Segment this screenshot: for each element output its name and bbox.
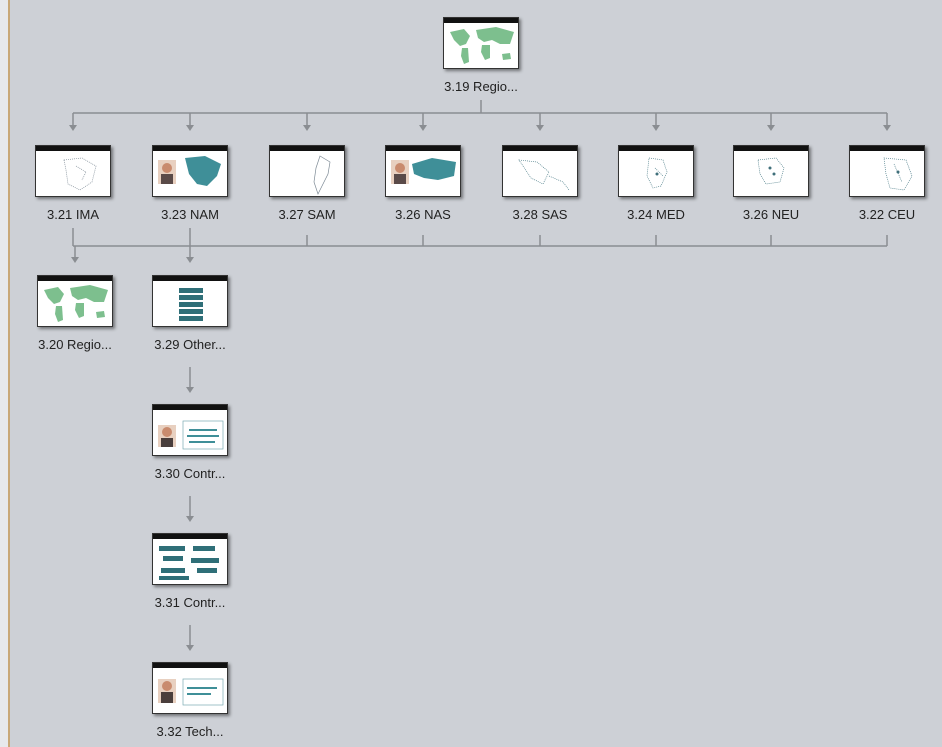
node-ima[interactable]: 3.21 IMA	[13, 145, 133, 222]
neu-thumbnail[interactable]	[733, 145, 809, 197]
sas-thumbnail[interactable]	[502, 145, 578, 197]
node-label: 3.20 Regio...	[38, 337, 112, 352]
node-label: 3.27 SAM	[278, 207, 336, 222]
ima-thumbnail[interactable]	[35, 145, 111, 197]
node-other[interactable]: 3.29 Other...	[130, 275, 250, 352]
dot-map-icon	[63, 157, 97, 191]
node-label: 3.31 Contr...	[154, 595, 226, 610]
tech-thumbnail[interactable]	[152, 662, 228, 714]
contr-2-thumbnail[interactable]	[152, 533, 228, 585]
dot-map-icon	[883, 157, 913, 191]
node-contr-1[interactable]: 3.30 Contr...	[130, 404, 250, 481]
list-icon	[179, 288, 203, 321]
ceu-thumbnail[interactable]	[849, 145, 925, 197]
node-label: 3.26 NEU	[742, 207, 800, 222]
dot-map-icon	[646, 157, 668, 189]
node-sam[interactable]: 3.27 SAM	[247, 145, 367, 222]
node-label: 3.19 Regio...	[444, 79, 518, 94]
node-regio-2[interactable]: 3.20 Regio...	[15, 275, 135, 352]
portrait-map-icon	[391, 158, 456, 184]
world-map-icon	[450, 27, 514, 64]
node-nam[interactable]: 3.23 NAM	[130, 145, 250, 222]
dot-map-icon	[757, 157, 785, 185]
regio-2-thumbnail[interactable]	[37, 275, 113, 327]
node-label: 3.24 MED	[627, 207, 685, 222]
connector-lines	[69, 100, 891, 651]
node-label: 3.29 Other...	[154, 337, 226, 352]
portrait-map-icon	[158, 156, 221, 186]
node-sas[interactable]: 3.28 SAS	[480, 145, 600, 222]
node-root[interactable]: 3.19 Regio...	[421, 17, 541, 94]
other-thumbnail[interactable]	[152, 275, 228, 327]
boxes-icon	[159, 546, 219, 580]
node-label: 3.21 IMA	[46, 207, 100, 222]
node-neu[interactable]: 3.26 NEU	[711, 145, 831, 222]
node-label: 3.30 Contr...	[154, 466, 226, 481]
node-nas[interactable]: 3.26 NAS	[363, 145, 483, 222]
node-label: 3.32 Tech...	[156, 724, 224, 739]
node-contr-2[interactable]: 3.31 Contr...	[130, 533, 250, 610]
node-tech[interactable]: 3.32 Tech...	[130, 662, 250, 739]
portrait-text-icon	[158, 678, 224, 706]
dot-map-icon	[518, 159, 570, 191]
contr-1-thumbnail[interactable]	[152, 404, 228, 456]
outline-map-icon	[313, 155, 331, 195]
node-label: 3.23 NAM	[161, 207, 219, 222]
nam-thumbnail[interactable]	[152, 145, 228, 197]
root-thumbnail[interactable]	[443, 17, 519, 69]
portrait-text-icon	[158, 420, 224, 450]
node-ceu[interactable]: 3.22 CEU	[827, 145, 942, 222]
sam-thumbnail[interactable]	[269, 145, 345, 197]
world-map-icon	[44, 285, 108, 322]
node-med[interactable]: 3.24 MED	[596, 145, 716, 222]
node-label: 3.28 SAS	[512, 207, 568, 222]
med-thumbnail[interactable]	[618, 145, 694, 197]
node-label: 3.22 CEU	[858, 207, 916, 222]
nas-thumbnail[interactable]	[385, 145, 461, 197]
node-label: 3.26 NAS	[395, 207, 451, 222]
